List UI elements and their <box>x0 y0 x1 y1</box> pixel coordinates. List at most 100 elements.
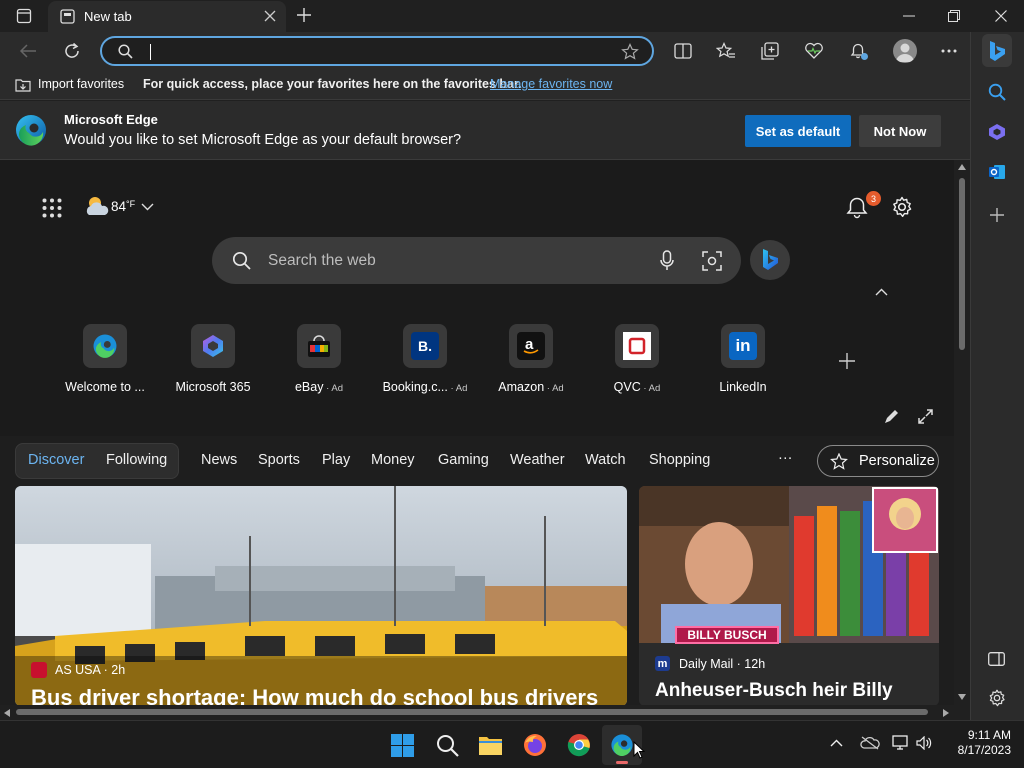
system-clock[interactable]: 9:11 AM 8/17/2023 <box>945 728 1011 758</box>
manage-favorites-link[interactable]: Manage favorites now <box>490 77 612 91</box>
linkedin-logo-icon: in <box>721 324 765 368</box>
more-tabs-button[interactable]: ··· <box>778 450 793 466</box>
quick-link-microsoft-365[interactable]: Microsoft 365 <box>163 324 263 394</box>
news-card-image <box>639 486 939 643</box>
notifications-icon[interactable] <box>849 41 869 61</box>
refresh-icon[interactable] <box>63 42 81 60</box>
import-favorites-button[interactable]: Import favorites <box>38 77 124 91</box>
sidebar-microsoft-365-icon[interactable] <box>988 123 1006 141</box>
profile-avatar[interactable] <box>893 39 917 63</box>
tab-weather[interactable]: Weather <box>510 452 565 468</box>
quick-link-amazon[interactable]: a Amazon · Ad <box>481 324 581 394</box>
import-favorites-icon <box>14 77 32 93</box>
address-input-caret <box>150 44 151 60</box>
browser-essentials-icon[interactable] <box>804 42 824 60</box>
sidebar-bing-chat-button[interactable] <box>982 34 1012 67</box>
daily-mail-logo-icon: m <box>655 656 670 671</box>
close-window-icon[interactable] <box>995 10 1007 22</box>
bing-chat-button[interactable] <box>750 240 790 280</box>
personalize-star-icon <box>830 453 848 470</box>
close-tab-icon[interactable] <box>264 10 276 22</box>
tab-gaming[interactable]: Gaming <box>438 452 489 468</box>
edit-background-icon[interactable] <box>884 409 899 424</box>
sidebar-outlook-icon[interactable] <box>988 163 1006 181</box>
quick-link-label: Welcome to ... <box>65 380 145 394</box>
favorites-bar-hint: For quick access, place your favorites h… <box>143 77 522 91</box>
edge-tile-icon <box>83 324 127 368</box>
tab-sports[interactable]: Sports <box>258 452 300 468</box>
weather-widget[interactable]: 84°F <box>111 199 135 214</box>
sidebar-settings-gear-icon[interactable] <box>988 689 1006 707</box>
news-card-bus[interactable]: AS USA · 2h Bus driver shortage: How muc… <box>15 486 627 706</box>
minimize-icon[interactable] <box>903 15 915 17</box>
tab-money[interactable]: Money <box>371 452 415 468</box>
quick-link-label: eBay <box>294 380 324 394</box>
scroll-thumb[interactable] <box>959 178 965 350</box>
address-bar[interactable] <box>100 36 654 66</box>
quick-link-ebay[interactable]: eBay · Ad <box>269 324 369 394</box>
tab-play[interactable]: Play <box>322 452 350 468</box>
scroll-left-arrow-icon[interactable] <box>4 709 10 717</box>
sidebar-hide-icon[interactable] <box>988 652 1005 666</box>
image-caption: BILLY BUSCH <box>675 626 779 644</box>
quick-link-linkedin[interactable]: in LinkedIn <box>693 324 793 394</box>
firefox-icon[interactable] <box>523 733 547 757</box>
vertical-scrollbar[interactable] <box>954 160 970 706</box>
not-now-button[interactable]: Not Now <box>859 115 941 147</box>
add-quick-link-plus-icon[interactable] <box>838 352 856 370</box>
page-settings-gear-icon[interactable] <box>891 196 913 218</box>
new-tab-plus-icon[interactable] <box>296 7 312 23</box>
horizontal-scrollbar[interactable] <box>0 705 970 720</box>
visual-search-camera-icon[interactable] <box>702 251 722 271</box>
chrome-icon[interactable] <box>567 733 591 757</box>
web-search-icon <box>232 251 251 270</box>
network-icon[interactable] <box>892 735 910 751</box>
quick-link-welcome[interactable]: Welcome to ... <box>55 324 155 394</box>
ad-label: · Ad <box>323 383 344 394</box>
tab-shopping[interactable]: Shopping <box>649 452 710 468</box>
feed-notifications-icon[interactable] <box>846 195 868 219</box>
sidebar-search-icon[interactable] <box>988 83 1006 101</box>
windows-taskbar: 9:11 AM 8/17/2023 <box>0 720 1024 768</box>
expand-icon[interactable] <box>918 409 933 424</box>
quick-link-qvc[interactable]: QVC · Ad <box>587 324 687 394</box>
scroll-right-arrow-icon[interactable] <box>943 709 949 717</box>
restore-icon[interactable] <box>948 10 960 22</box>
personalize-button[interactable]: Personalize <box>817 445 939 477</box>
web-search-placeholder[interactable]: Search the web <box>268 252 376 270</box>
weather-partly-sunny-icon[interactable] <box>84 194 110 218</box>
windows-start-icon[interactable] <box>391 734 414 757</box>
taskbar-search-icon[interactable] <box>436 734 459 757</box>
quick-link-booking[interactable]: B. Booking.c... · Ad <box>375 324 475 394</box>
quick-link-label: Amazon <box>498 380 545 394</box>
tab-actions-icon[interactable] <box>16 8 32 24</box>
set-as-default-button[interactable]: Set as default <box>745 115 851 147</box>
collapse-chevron-up-icon[interactable] <box>875 288 888 296</box>
hscroll-thumb[interactable] <box>16 709 928 715</box>
quick-link-label: QVC <box>613 380 641 394</box>
favorites-bar: Import favorites For quick access, place… <box>0 70 970 100</box>
web-search-box[interactable]: Search the web <box>212 237 741 284</box>
tab-following[interactable]: Following <box>106 452 167 468</box>
apps-launcher-icon[interactable] <box>42 198 62 218</box>
scroll-up-arrow-icon[interactable] <box>958 164 966 170</box>
favorites-icon[interactable] <box>716 42 736 60</box>
tab-new-tab[interactable]: New tab <box>48 1 286 32</box>
volume-icon[interactable] <box>916 736 933 750</box>
tab-news[interactable]: News <box>201 452 237 468</box>
settings-more-icon[interactable] <box>941 49 957 53</box>
favorite-star-icon[interactable] <box>621 43 639 61</box>
back-icon[interactable] <box>19 43 37 59</box>
sidebar-add-icon[interactable] <box>990 208 1004 222</box>
news-card-anheuser-busch[interactable]: BILLY BUSCH m Daily Mail · 12h Anheuser-… <box>639 486 939 706</box>
tab-watch[interactable]: Watch <box>585 452 626 468</box>
voice-search-microphone-icon[interactable] <box>660 250 674 272</box>
file-explorer-icon[interactable] <box>478 734 503 756</box>
tray-overflow-chevron-up-icon[interactable] <box>830 739 843 747</box>
collections-icon[interactable] <box>761 42 779 60</box>
scroll-down-arrow-icon[interactable] <box>958 694 966 700</box>
tab-discover[interactable]: Discover <box>28 452 84 468</box>
split-screen-icon[interactable] <box>674 43 692 59</box>
chevron-down-icon[interactable] <box>141 203 154 211</box>
onedrive-icon[interactable] <box>860 736 880 750</box>
